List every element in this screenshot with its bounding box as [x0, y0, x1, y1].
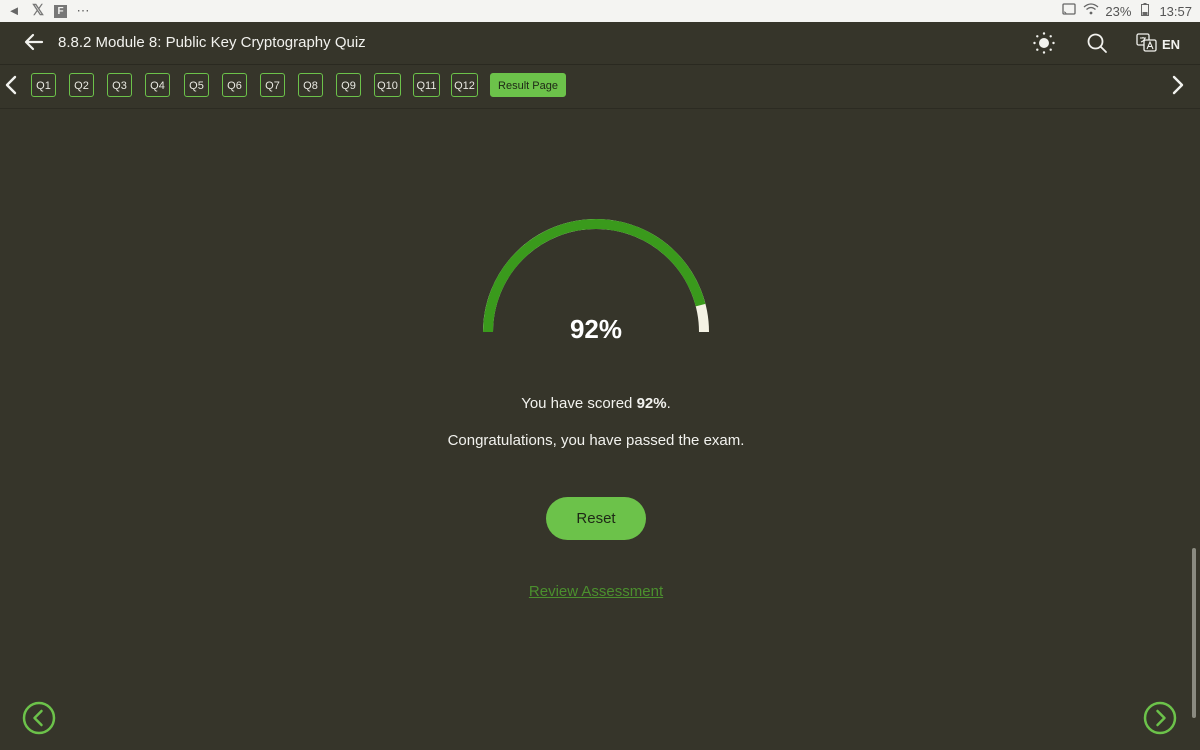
search-icon[interactable] — [1085, 31, 1109, 55]
score-suffix: . — [666, 395, 671, 412]
question-tab-q1[interactable]: Q1 — [31, 73, 56, 97]
app-bar: 8.8.2 Module 8: Public Key Cryptography … — [0, 22, 1200, 65]
question-tab-q5[interactable]: Q5 — [184, 73, 209, 97]
result-page-tab[interactable]: Result Page — [490, 73, 566, 97]
status-bar: ◄ 𝕏 F ⋯ 23% 13:57 — [0, 0, 1200, 22]
telegram-icon: ◄ — [7, 3, 21, 18]
status-bar-right: 23% 13:57 — [1061, 3, 1192, 19]
language-label: EN — [1162, 37, 1181, 52]
theme-toggle-icon[interactable] — [1032, 31, 1056, 55]
question-tab-q4[interactable]: Q4 — [145, 73, 170, 97]
wifi-icon — [1083, 3, 1099, 19]
question-tab-q2[interactable]: Q2 — [69, 73, 94, 97]
score-prefix: You have scored — [521, 395, 637, 412]
clock: 13:57 — [1159, 3, 1192, 19]
question-tab-q7[interactable]: Q7 — [260, 73, 285, 97]
reset-button[interactable]: Reset — [546, 497, 646, 540]
question-tab-q10[interactable]: Q10 — [374, 73, 401, 97]
cast-icon — [1061, 3, 1077, 19]
previous-circle-icon[interactable] — [22, 701, 56, 735]
next-circle-icon[interactable] — [1143, 701, 1177, 735]
more-icon: ⋯ — [76, 3, 90, 18]
scrollbar[interactable] — [1192, 548, 1196, 718]
flipboard-icon: F — [54, 4, 67, 18]
chevron-right-icon[interactable] — [1167, 74, 1187, 96]
question-tab-q3[interactable]: Q3 — [107, 73, 132, 97]
x-icon: 𝕏 — [31, 2, 45, 19]
question-nav: Q1 Q2 Q3 Q4 Q5 Q6 Q7 Q8 Q9 Q10 Q11 Q12 R… — [0, 64, 1200, 109]
battery-percent: 23% — [1105, 3, 1132, 19]
battery-icon — [1137, 3, 1153, 19]
question-tab-q11[interactable]: Q11 — [413, 73, 440, 97]
translate-icon — [1136, 33, 1158, 56]
chevron-left-icon[interactable] — [2, 74, 22, 96]
question-tab-q8[interactable]: Q8 — [298, 73, 323, 97]
page-title: 8.8.2 Module 8: Public Key Cryptography … — [58, 34, 366, 51]
score-bold: 92% — [636, 395, 667, 412]
review-assessment-link[interactable]: Review Assessment — [496, 583, 696, 600]
question-tab-q9[interactable]: Q9 — [336, 73, 361, 97]
back-arrow-icon[interactable] — [22, 30, 46, 54]
score-percentage: 92% — [569, 314, 623, 344]
question-tab-q6[interactable]: Q6 — [222, 73, 247, 97]
score-message: You have scored 92%. — [396, 395, 796, 412]
status-bar-left: ◄ 𝕏 F ⋯ — [6, 3, 91, 19]
language-selector[interactable]: EN — [1136, 33, 1180, 56]
pass-message: Congratulations, you have passed the exa… — [447, 432, 745, 449]
question-tab-q12[interactable]: Q12 — [451, 73, 478, 97]
